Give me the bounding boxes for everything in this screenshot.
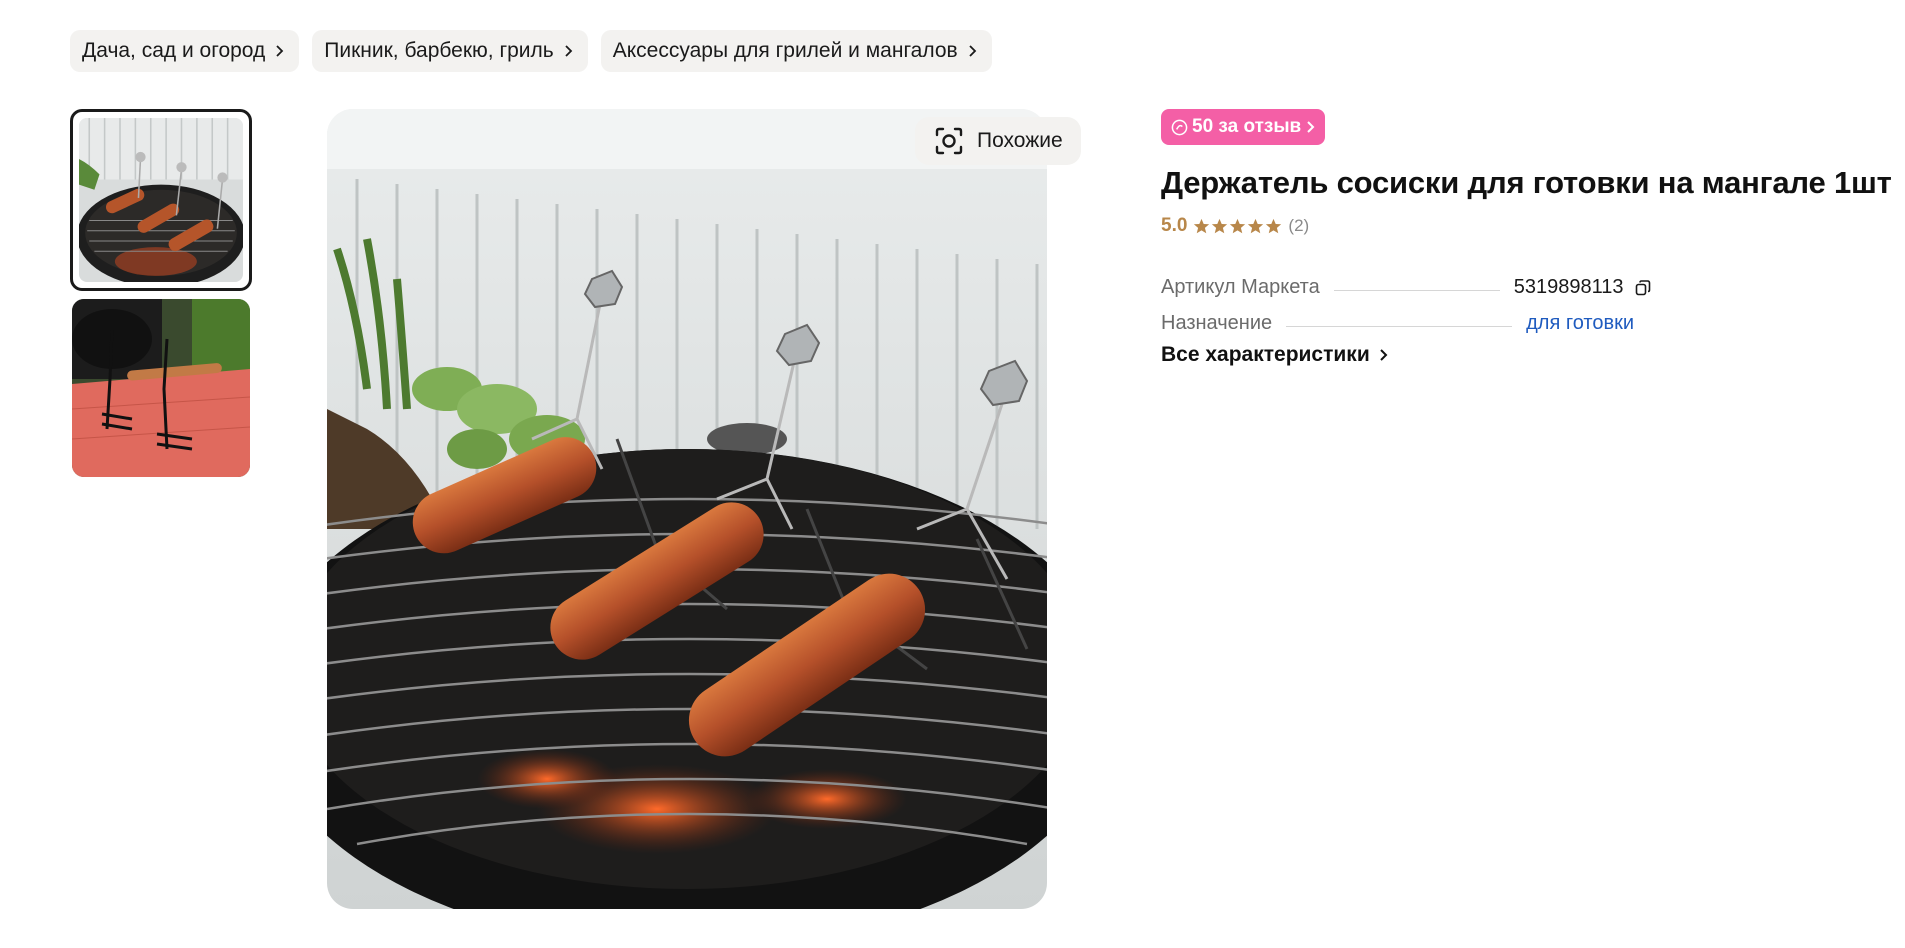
star-icon — [1266, 218, 1282, 233]
all-specs-label: Все характеристики — [1161, 343, 1370, 366]
breadcrumb-label: Пикник, барбекю, гриль — [324, 39, 554, 62]
chevron-right-icon — [969, 45, 976, 57]
chevron-right-icon — [565, 45, 573, 57]
breadcrumb-item-picnic[interactable]: Пикник, барбекю, гриль — [312, 30, 588, 72]
breadcrumb-label: Дача, сад и огород — [82, 39, 266, 62]
similar-label: Похожие — [977, 129, 1063, 152]
breadcrumb: Дача, сад и огород Пикник, барбекю, грил… — [70, 30, 992, 72]
star-icon — [1248, 218, 1264, 233]
star-icon — [1212, 218, 1228, 233]
product-page: Дача, сад и огород Пикник, барбекю, грил… — [0, 0, 1905, 948]
rating-row[interactable]: 5.0 (2) — [1161, 215, 1881, 237]
badge-label: 50 за отзыв — [1192, 116, 1302, 137]
chevron-right-icon — [1307, 121, 1315, 133]
breadcrumb-item-dacha[interactable]: Дача, сад и огород — [70, 30, 300, 72]
spec-leader-line — [1333, 290, 1500, 291]
spec-leader-line — [1286, 326, 1513, 327]
thumbnail-list — [70, 109, 252, 477]
spec-list: Артикул Маркета 5319898113 Назначение дл… — [1161, 263, 1881, 335]
thumbnail-1[interactable] — [70, 109, 252, 291]
breadcrumb-label: Аксессуары для грилей и мангалов — [612, 39, 958, 62]
chevron-right-icon — [276, 45, 284, 57]
all-specs-link[interactable]: Все характеристики — [1161, 343, 1388, 367]
spec-label: Артикул Маркета — [1161, 276, 1320, 298]
spec-label: Назначение — [1161, 312, 1273, 334]
main-product-image[interactable] — [327, 109, 1047, 909]
thumbnail-image-grill — [79, 118, 243, 282]
coin-icon — [1171, 119, 1188, 135]
spec-row-article: Артикул Маркета 5319898113 — [1161, 263, 1881, 299]
chevron-right-icon — [1380, 349, 1388, 361]
product-title: Держатель сосиски для готовки на мангале… — [1161, 165, 1892, 200]
rating-stars — [1193, 218, 1282, 235]
star-icon — [1194, 218, 1210, 233]
review-count: (2) — [1288, 216, 1310, 235]
product-info: 50 за отзыв Держатель сосиски для готовк… — [1161, 109, 1892, 367]
star-icon — [1230, 218, 1246, 233]
article-number: 5319898113 — [1513, 276, 1624, 298]
review-bonus-badge[interactable]: 50 за отзыв — [1161, 109, 1326, 145]
copy-icon[interactable] — [1634, 279, 1652, 297]
product-photo-grill-sausages — [327, 109, 1047, 909]
thumbnail-2[interactable] — [72, 299, 250, 477]
spec-row-purpose: Назначение для готовки — [1161, 299, 1881, 335]
thumbnail-image-holders-on-table — [72, 299, 250, 477]
spec-value: 5319898113 — [1514, 276, 1652, 299]
similar-products-button[interactable]: Похожие — [915, 117, 1081, 165]
rating-value: 5.0 — [1161, 215, 1188, 236]
purpose-link[interactable]: для готовки — [1526, 312, 1634, 335]
similar-search-icon — [935, 127, 963, 155]
breadcrumb-item-accessories[interactable]: Аксессуары для грилей и мангалов — [600, 30, 992, 72]
